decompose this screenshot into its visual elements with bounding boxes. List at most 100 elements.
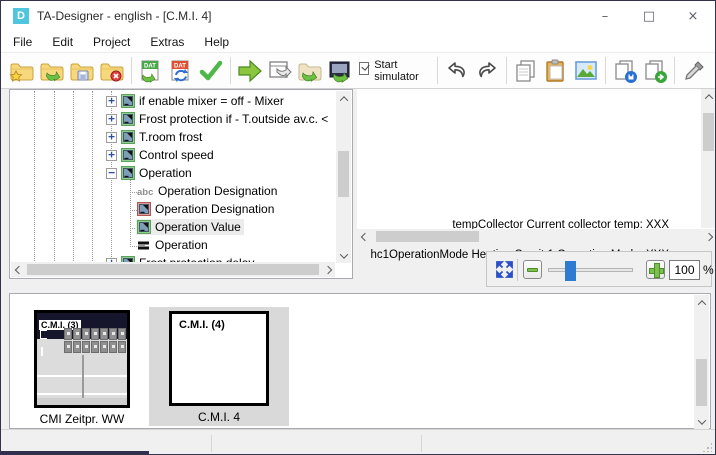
menu-bar: FileEditProjectExtrasHelp	[1, 31, 715, 52]
start-simulator-label: Start simulator	[374, 59, 427, 83]
tree-vertical-scrollbar[interactable]	[336, 91, 351, 263]
expand-plus-icon[interactable]: +	[106, 132, 117, 143]
zoom-in-button[interactable]	[646, 260, 665, 279]
export-page-button[interactable]	[265, 57, 295, 85]
new-project-button[interactable]	[7, 57, 37, 85]
scroll-up-arrow-icon[interactable]	[701, 89, 716, 104]
tree-item-label: Operation Designation	[155, 202, 274, 216]
menu-item-help[interactable]: Help	[194, 33, 239, 51]
tree-item-content[interactable]: Operation	[120, 165, 195, 181]
page-canvas[interactable]: tempCollector Current collector temp: XX…	[357, 89, 716, 244]
undo-button[interactable]	[442, 57, 472, 85]
title-bar: D TA-Designer - english - [C.M.I. 4] –□×	[1, 1, 715, 31]
menu-item-file[interactable]: File	[3, 33, 42, 51]
scroll-right-arrow-icon[interactable]	[320, 262, 335, 277]
scroll-left-arrow-icon[interactable]	[357, 229, 372, 244]
scrollbar-thumb[interactable]	[703, 113, 714, 151]
tree-item[interactable]: + Control speed	[10, 146, 336, 164]
tree-item[interactable]: −Operation	[10, 164, 336, 182]
tree-horizontal-scrollbar[interactable]	[11, 262, 335, 277]
tree-item-content[interactable]: T.room frost	[120, 129, 205, 145]
expand-plus-icon[interactable]: +	[106, 114, 117, 125]
page-thumbnail[interactable]: C.M.I. (4)C.M.I. 4	[149, 307, 289, 426]
start-simulator-checkbox-box[interactable]	[359, 62, 369, 75]
close-project-button[interactable]	[97, 57, 127, 85]
minimize-button[interactable]: –	[583, 1, 627, 31]
tree-item-content[interactable]: Frost protection if - T.outside av.c. <	[120, 111, 331, 127]
scrollbar-thumb[interactable]	[27, 264, 319, 275]
scrollbar-thumb[interactable]	[338, 151, 349, 197]
schedule-button	[82, 341, 90, 353]
tree-item-content[interactable]: abc Operation Designation	[136, 183, 280, 199]
schedule-button	[73, 328, 81, 340]
tree-view: +if enable mixer = off - Mixer+Frost pro…	[10, 92, 336, 264]
insert-image-button[interactable]	[571, 57, 601, 85]
export-folder-button[interactable]	[295, 57, 325, 85]
tree-item[interactable]: +T.room frost	[10, 128, 336, 146]
expand-plus-icon[interactable]: +	[106, 96, 117, 107]
page-thumbnail[interactable]: C.M.I. (3)CMI Zeitpr. WW	[32, 310, 132, 426]
redo-button[interactable]	[472, 57, 502, 85]
tree-item[interactable]: +if enable mixer = off - Mixer	[10, 92, 336, 110]
display-red-icon	[137, 202, 151, 216]
canvas-horizontal-scrollbar[interactable]	[357, 229, 716, 244]
scroll-up-arrow-icon[interactable]	[336, 91, 351, 106]
copy-save-icon	[612, 58, 638, 84]
copy-link-button[interactable]	[640, 57, 670, 85]
scroll-up-arrow-icon[interactable]	[694, 295, 709, 310]
tree-item-content[interactable]: Operation Value	[136, 219, 244, 235]
page-title: C.M.I. (4)	[179, 319, 225, 331]
abc-icon: abc	[137, 184, 154, 198]
zoom-out-button[interactable]	[523, 260, 542, 279]
resize-grip[interactable]	[702, 442, 712, 452]
copy-save-button[interactable]	[610, 57, 640, 85]
canvas-vertical-scrollbar[interactable]	[701, 89, 716, 228]
pages-vertical-scrollbar[interactable]	[694, 295, 709, 429]
upload-cmi-button[interactable]	[325, 57, 355, 85]
reload-dat-button[interactable]: DAT	[166, 57, 196, 85]
scroll-down-arrow-icon[interactable]	[694, 414, 709, 429]
tree-item[interactable]: Operation Value	[10, 218, 336, 236]
page-preview[interactable]: C.M.I. (4)	[169, 311, 269, 406]
schedule-button	[91, 328, 99, 340]
tree-item-label: Control speed	[139, 148, 214, 162]
save-project-button[interactable]	[67, 57, 97, 85]
pipette-button[interactable]	[679, 57, 709, 85]
tree-item[interactable]: abc Operation Designation	[10, 182, 336, 200]
scrollbar-thumb[interactable]	[696, 359, 707, 406]
start-simulator-checkbox[interactable]: Start simulator	[359, 59, 427, 83]
menu-item-edit[interactable]: Edit	[42, 33, 83, 51]
maximize-button[interactable]: □	[627, 1, 671, 31]
tree-item-label: Operation Designation	[158, 184, 277, 198]
paste-button[interactable]	[541, 57, 571, 85]
tree-item[interactable]: +Frost protection if - T.outside av.c. <	[10, 110, 336, 128]
collapse-minus-icon[interactable]: −	[106, 168, 117, 179]
check-button[interactable]	[196, 57, 226, 85]
tree-item-content[interactable]: if enable mixer = off - Mixer	[120, 93, 287, 109]
schedule-button-grid	[64, 328, 126, 353]
menu-item-extras[interactable]: Extras	[140, 33, 194, 51]
load-dat-button[interactable]: DAT	[136, 57, 166, 85]
scroll-left-arrow-icon[interactable]	[11, 262, 26, 277]
dat-refresh-icon: DAT	[168, 58, 194, 84]
copy-icon	[513, 58, 539, 84]
tree-item-content[interactable]: Control speed	[120, 147, 217, 163]
copy-button[interactable]	[511, 57, 541, 85]
menu-item-project[interactable]: Project	[83, 33, 140, 51]
zoom-slider-thumb[interactable]	[565, 261, 576, 281]
run-export-button[interactable]	[235, 57, 265, 85]
scroll-down-arrow-icon[interactable]	[336, 248, 351, 263]
page-preview[interactable]: C.M.I. (3)	[34, 310, 130, 408]
zoom-value-input[interactable]	[669, 260, 700, 280]
open-project-button[interactable]	[37, 57, 67, 85]
zoom-fit-icon[interactable]	[496, 261, 513, 283]
scroll-right-arrow-icon[interactable]	[701, 229, 716, 244]
tree-item[interactable]: Operation Designation	[10, 200, 336, 218]
expand-plus-icon[interactable]: +	[106, 150, 117, 161]
tree-item-content[interactable]: Operation	[136, 237, 211, 253]
scrollbar-thumb[interactable]	[376, 231, 479, 242]
close-button[interactable]: ×	[671, 1, 715, 31]
zoom-slider[interactable]	[548, 268, 633, 272]
tree-item-content[interactable]: Operation Designation	[136, 201, 277, 217]
tree-item[interactable]: Operation	[10, 236, 336, 254]
